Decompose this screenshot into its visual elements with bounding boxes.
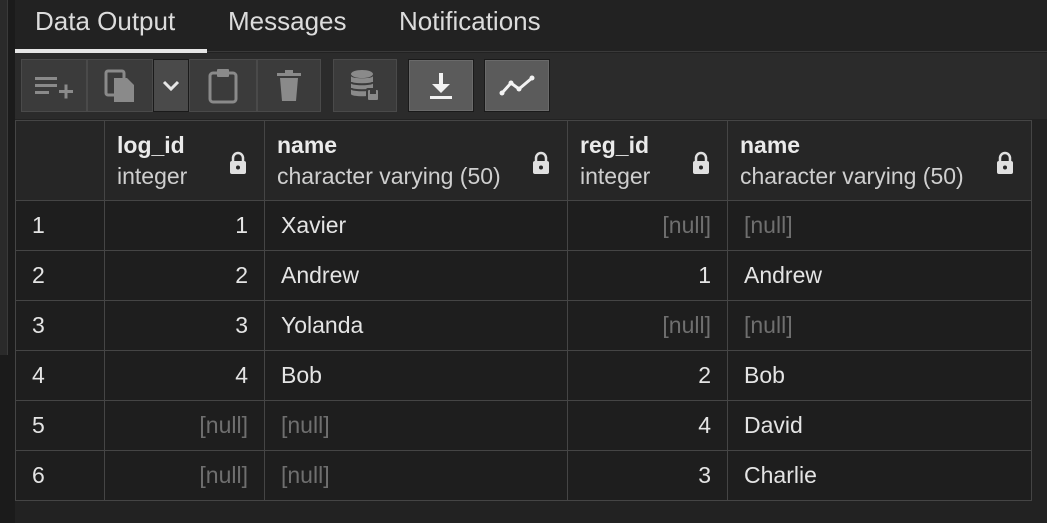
grid-corner[interactable] — [15, 120, 105, 201]
copy-button[interactable] — [87, 59, 153, 112]
row-number[interactable]: 3 — [15, 300, 105, 351]
save-data-button[interactable] — [333, 59, 397, 112]
data-toolbar — [15, 53, 1047, 119]
graph-visualiser-icon — [499, 74, 535, 98]
cell-name-2[interactable]: Bob — [727, 350, 1032, 401]
cell-log-id[interactable]: [null] — [104, 400, 265, 451]
copy-options-dropdown[interactable] — [153, 59, 189, 112]
cell-name-2[interactable]: Andrew — [727, 250, 1032, 301]
column-header-name-2[interactable]: name character varying (50) — [727, 120, 1032, 201]
download-icon — [428, 71, 454, 101]
download-button[interactable] — [408, 59, 474, 112]
cell-log-id[interactable]: 3 — [104, 300, 265, 351]
table-row[interactable]: 1 1 Xavier [null] [null] — [15, 200, 1032, 251]
cell-name[interactable]: Bob — [264, 350, 568, 401]
delete-icon — [275, 69, 303, 103]
add-row-icon — [33, 71, 75, 101]
column-type: character varying (50) — [740, 162, 964, 189]
table-row[interactable]: 3 3 Yolanda [null] [null] — [15, 300, 1032, 351]
cell-reg-id[interactable]: 4 — [567, 400, 728, 451]
lock-icon — [693, 151, 709, 174]
output-tabs: Data Output Messages Notifications — [15, 0, 1047, 53]
cell-name[interactable]: [null] — [264, 400, 568, 451]
row-number[interactable]: 1 — [15, 200, 105, 251]
cell-name-2[interactable]: Charlie — [727, 450, 1032, 501]
cell-reg-id[interactable]: 1 — [567, 250, 728, 301]
cell-name[interactable]: Xavier — [264, 200, 568, 251]
output-panel: Data Output Messages Notifications log_i… — [15, 0, 1047, 523]
cell-name[interactable]: Andrew — [264, 250, 568, 301]
graph-visualiser-button[interactable] — [484, 59, 550, 112]
row-number[interactable]: 5 — [15, 400, 105, 451]
left-scrollbar[interactable] — [0, 0, 8, 355]
cell-log-id[interactable]: [null] — [104, 450, 265, 501]
lock-icon — [230, 151, 246, 174]
cell-name-2[interactable]: [null] — [727, 300, 1032, 351]
cell-name[interactable]: [null] — [264, 450, 568, 501]
lock-icon — [533, 151, 549, 174]
table-row[interactable]: 4 4 Bob 2 Bob — [15, 350, 1032, 401]
column-header-reg-id[interactable]: reg_id integer — [567, 120, 728, 201]
result-grid: log_id integer name character varying (5… — [15, 120, 1032, 501]
chevron-down-icon — [162, 80, 180, 92]
column-header-name[interactable]: name character varying (50) — [264, 120, 568, 201]
row-number[interactable]: 2 — [15, 250, 105, 301]
copy-icon — [103, 68, 137, 104]
cell-name-2[interactable]: David — [727, 400, 1032, 451]
lock-icon — [997, 151, 1013, 174]
tab-notifications[interactable]: Notifications — [399, 0, 541, 52]
paste-icon — [207, 67, 239, 105]
cell-name-2[interactable]: [null] — [727, 200, 1032, 251]
cell-reg-id[interactable]: 2 — [567, 350, 728, 401]
column-header-log-id[interactable]: log_id integer — [104, 120, 265, 201]
cell-reg-id[interactable]: [null] — [567, 300, 728, 351]
table-row[interactable]: 5 [null] [null] 4 David — [15, 400, 1032, 451]
column-name: name — [740, 131, 801, 158]
cell-reg-id[interactable]: [null] — [567, 200, 728, 251]
tab-messages[interactable]: Messages — [228, 0, 347, 52]
column-type: character varying (50) — [277, 162, 501, 189]
row-number[interactable]: 4 — [15, 350, 105, 401]
paste-button[interactable] — [189, 59, 257, 112]
cell-log-id[interactable]: 4 — [104, 350, 265, 401]
add-row-button[interactable] — [21, 59, 87, 112]
cell-log-id[interactable]: 2 — [104, 250, 265, 301]
table-row[interactable]: 2 2 Andrew 1 Andrew — [15, 250, 1032, 301]
cell-log-id[interactable]: 1 — [104, 200, 265, 251]
tab-data-output[interactable]: Data Output — [15, 0, 207, 53]
query-output-window: Data Output Messages Notifications log_i… — [0, 0, 1047, 523]
cell-name[interactable]: Yolanda — [264, 300, 568, 351]
table-row[interactable]: 6 [null] [null] 3 Charlie — [15, 450, 1032, 501]
cell-reg-id[interactable]: 3 — [567, 450, 728, 501]
row-number[interactable]: 6 — [15, 450, 105, 501]
save-data-icon — [349, 68, 381, 104]
delete-button[interactable] — [257, 59, 321, 112]
column-name: name — [277, 131, 338, 158]
